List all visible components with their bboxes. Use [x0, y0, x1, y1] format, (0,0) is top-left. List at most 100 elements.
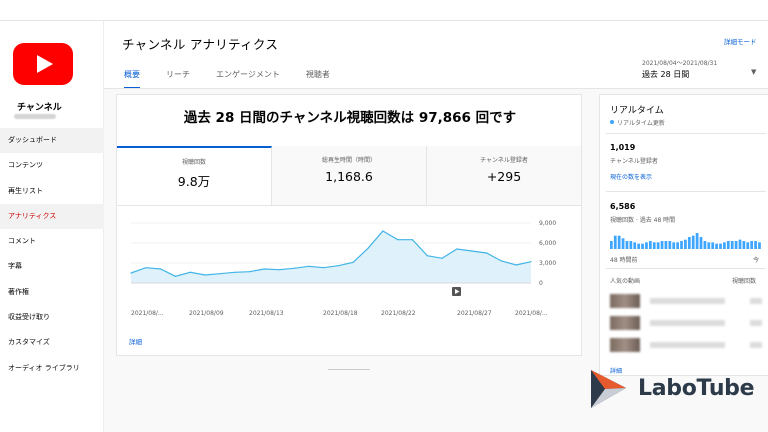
realtime-bar[interactable] [695, 233, 699, 249]
tab-overview[interactable]: 概要 [124, 69, 140, 89]
realtime-bar[interactable] [629, 241, 633, 249]
data-point[interactable] [486, 252, 488, 254]
data-point[interactable] [293, 267, 295, 269]
data-point[interactable] [278, 269, 280, 271]
sidebar-item-monetization[interactable]: 収益受け取り [0, 305, 104, 330]
realtime-bar[interactable] [645, 242, 648, 249]
realtime-bar[interactable] [684, 239, 687, 249]
realtime-bar[interactable] [648, 241, 652, 249]
data-point[interactable] [530, 261, 532, 263]
realtime-bar[interactable] [676, 242, 679, 249]
data-point[interactable] [441, 257, 443, 259]
realtime-bar[interactable] [613, 235, 617, 249]
realtime-bar[interactable] [610, 241, 613, 249]
realtime-bar[interactable] [660, 241, 664, 249]
sidebar-item-copyright[interactable]: 著作権 [0, 280, 104, 305]
data-point[interactable] [471, 250, 473, 252]
realtime-bar[interactable] [625, 241, 629, 249]
tab-reach[interactable]: リーチ [166, 69, 190, 89]
data-point[interactable] [308, 265, 310, 267]
show-current-count-link[interactable]: 現在の数を表示 [610, 172, 652, 181]
data-point[interactable] [248, 271, 251, 273]
realtime-bar[interactable] [699, 237, 703, 249]
data-point[interactable] [219, 273, 221, 275]
realtime-bar[interactable] [637, 243, 641, 249]
list-item[interactable] [610, 338, 762, 352]
data-point[interactable] [500, 260, 502, 262]
metric-views[interactable]: 視聴回数 9.8万 [117, 146, 272, 205]
data-point[interactable] [352, 261, 354, 263]
realtime-bar[interactable] [687, 237, 691, 249]
realtime-bar[interactable] [656, 242, 660, 249]
realtime-bar[interactable] [691, 235, 695, 249]
sidebar-item-playlists[interactable]: 再生リスト [0, 179, 104, 204]
data-point[interactable] [337, 265, 339, 267]
data-point[interactable] [367, 247, 369, 249]
data-point[interactable] [397, 239, 399, 241]
data-point[interactable] [145, 267, 147, 269]
data-point[interactable] [130, 272, 132, 274]
top-divider [0, 20, 768, 21]
realtime-bar[interactable] [633, 242, 637, 249]
metric-watch-time[interactable]: 総再生時間（時間） 1,168.6 [272, 146, 427, 205]
realtime-bar[interactable] [652, 242, 656, 249]
sidebar-item-subtitles[interactable]: 字幕 [0, 254, 104, 279]
realtime-bar[interactable] [719, 243, 722, 249]
youtube-logo-icon[interactable] [13, 43, 73, 85]
data-point[interactable] [382, 230, 384, 232]
sidebar-item-dashboard[interactable]: ダッシュボード [0, 128, 104, 154]
realtime-bar[interactable] [750, 241, 754, 249]
realtime-axis-start: 48 時間前 [610, 257, 638, 264]
channel-name: チャンネル [17, 103, 62, 113]
data-point[interactable] [411, 239, 414, 241]
data-point[interactable] [204, 274, 206, 276]
data-point[interactable] [174, 275, 176, 277]
realtime-bar[interactable] [672, 242, 676, 249]
sidebar-item-analytics[interactable]: アナリティクス [0, 203, 104, 230]
data-point[interactable] [323, 267, 325, 269]
data-point[interactable] [426, 255, 428, 257]
realtime-bar[interactable] [758, 242, 761, 249]
sidebar-item-comments[interactable]: コメント [0, 229, 104, 254]
date-range[interactable]: 2021/08/04～2021/08/31 [642, 58, 717, 67]
realtime-bar[interactable] [726, 241, 730, 249]
realtime-bar[interactable] [617, 235, 621, 249]
data-point[interactable] [263, 268, 265, 270]
realtime-bar[interactable] [738, 239, 742, 249]
realtime-bar[interactable] [668, 241, 672, 249]
page-title: チャンネル アナリティクス [122, 37, 279, 52]
detail-mode-link[interactable]: 詳細モード [724, 36, 757, 46]
realtime-bar[interactable] [680, 241, 683, 249]
realtime-bar[interactable] [711, 242, 715, 249]
realtime-bar[interactable] [730, 241, 734, 249]
card-detail-link[interactable]: 詳細 [129, 336, 142, 346]
metric-subscribers[interactable]: チャンネル登録者 +295 [427, 146, 581, 205]
realtime-bar[interactable] [664, 241, 668, 249]
sidebar-item-audio-library[interactable]: オーディオ ライブラリ [0, 356, 104, 381]
data-point[interactable] [160, 268, 162, 270]
realtime-bar[interactable] [746, 242, 750, 249]
list-item[interactable] [610, 316, 762, 330]
realtime-bar[interactable] [734, 241, 738, 249]
tab-engagement[interactable]: エンゲージメント [216, 69, 280, 89]
realtime-bar-chart[interactable] [610, 233, 762, 249]
realtime-bar[interactable] [707, 242, 711, 249]
realtime-bar[interactable] [715, 243, 718, 249]
realtime-bar[interactable] [703, 241, 707, 249]
realtime-bar[interactable] [723, 242, 726, 249]
data-point[interactable] [234, 271, 236, 273]
data-point[interactable] [189, 271, 191, 273]
data-point[interactable] [515, 264, 517, 266]
tab-audience[interactable]: 視聴者 [306, 69, 330, 89]
realtime-bar[interactable] [621, 238, 625, 249]
views-chart[interactable]: 9,000 6,000 3,000 0 2021/08/... 2021/08/09 202… [127, 216, 577, 326]
realtime-bar[interactable] [641, 243, 644, 249]
sidebar-item-customization[interactable]: カスタマイズ [0, 330, 104, 355]
realtime-bar[interactable] [754, 241, 757, 249]
chevron-down-icon[interactable]: ▼ [751, 68, 756, 76]
data-point[interactable] [456, 248, 458, 250]
sidebar-item-content[interactable]: コンテンツ [0, 153, 104, 178]
date-period-select[interactable]: 過去 28 日間 [642, 69, 689, 80]
list-item[interactable] [610, 294, 762, 308]
realtime-bar[interactable] [742, 241, 746, 249]
